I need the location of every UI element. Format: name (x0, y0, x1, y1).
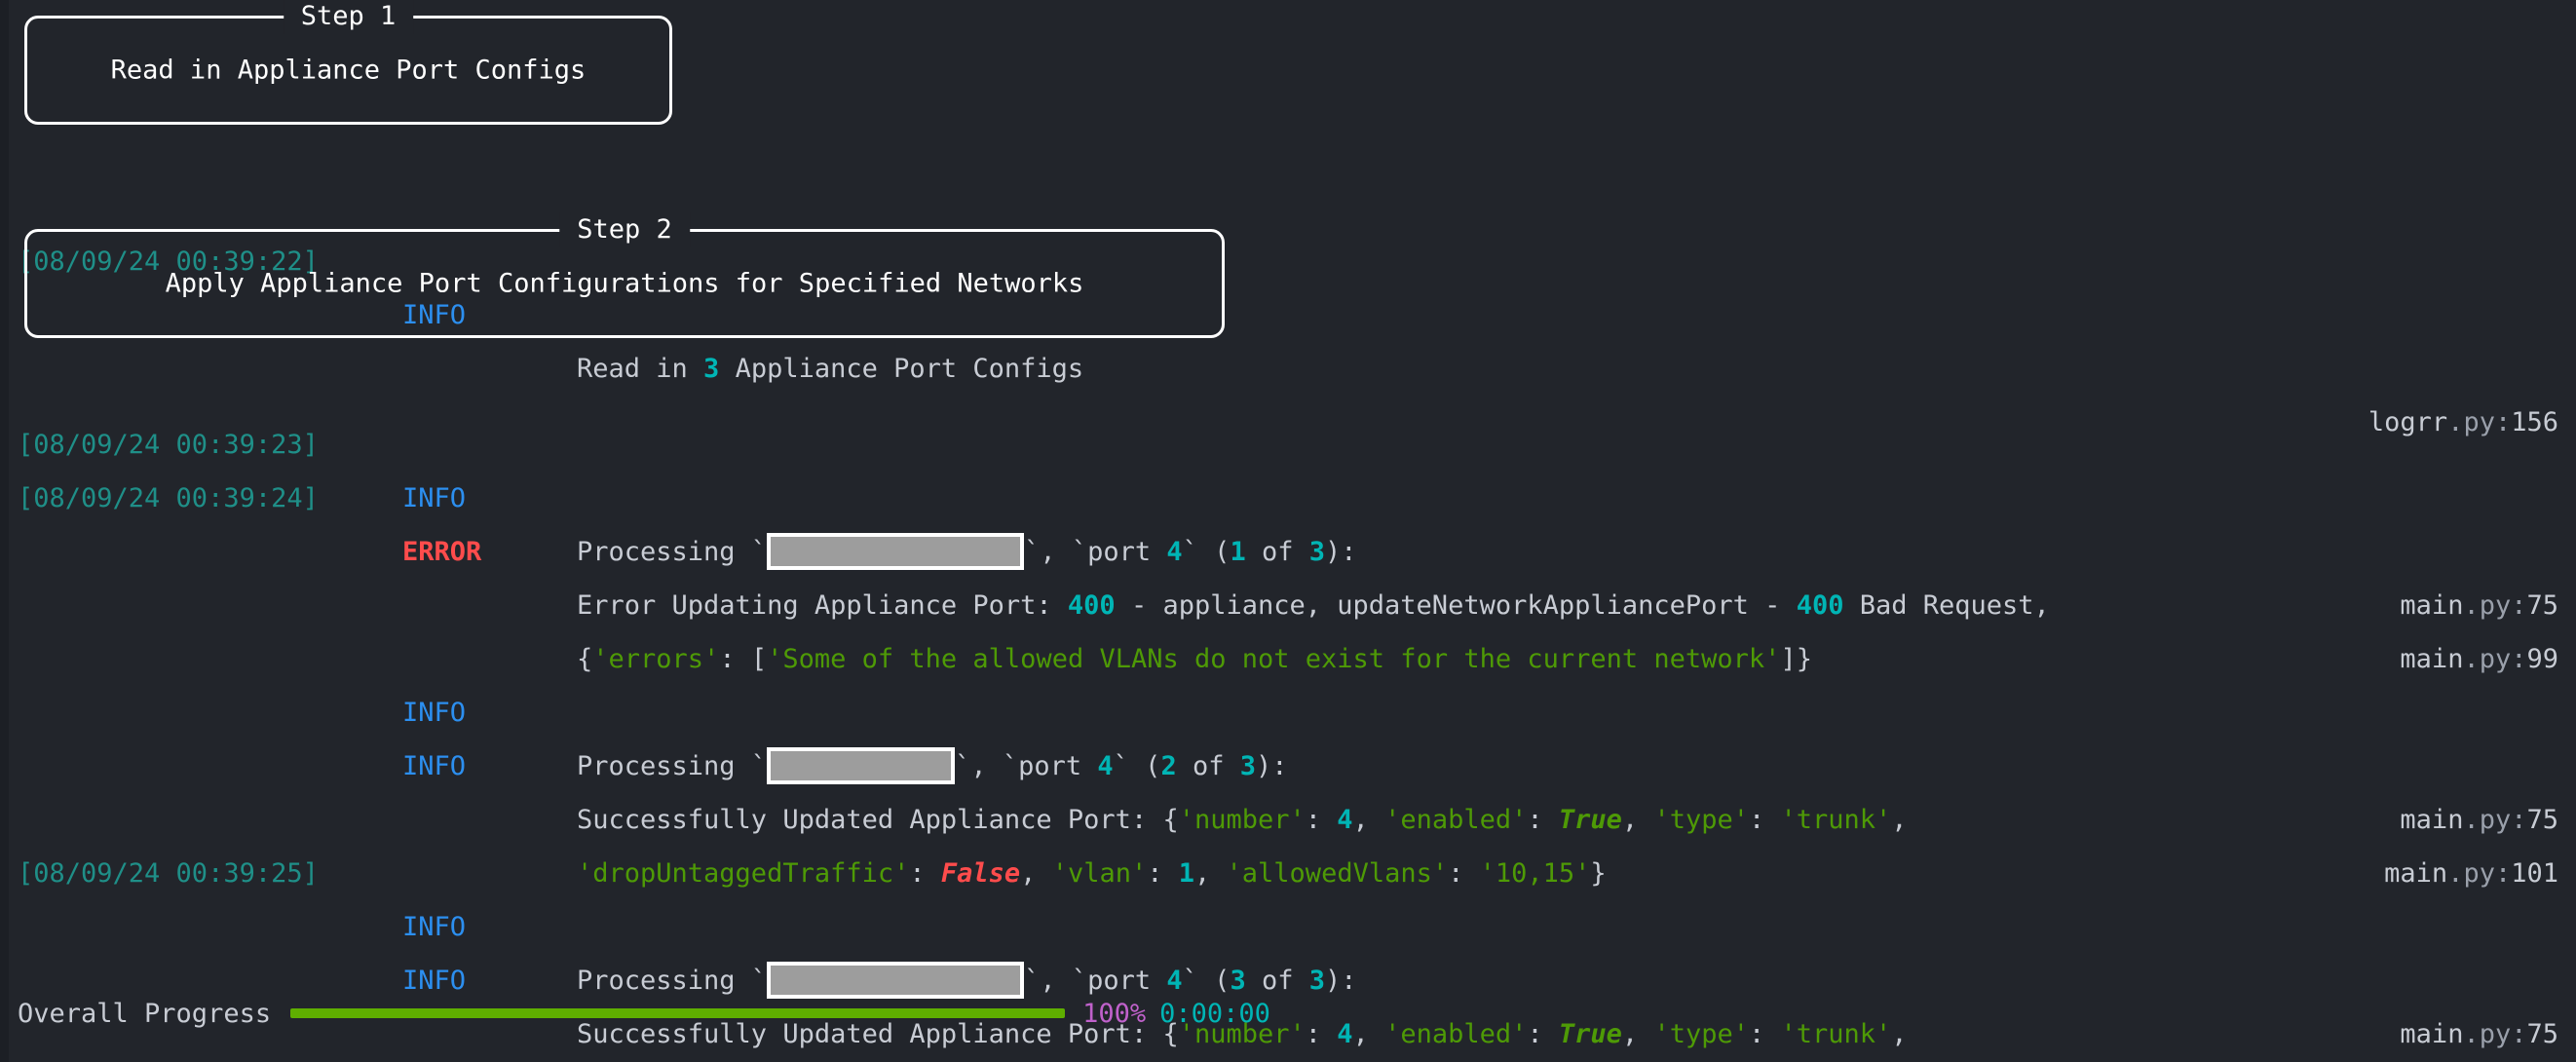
log-message: Processing ` `, `port 4` (2 of 3): (577, 740, 2186, 793)
step-1-body: Read in Appliance Port Configs (110, 55, 587, 86)
redacted-network-name (767, 746, 956, 784)
log-level-error: ERROR (402, 537, 482, 567)
redacted-network-name (767, 961, 1025, 999)
redacted-network-name (767, 532, 1025, 570)
log-row-error: [08/09/24 00:39:24] ERROR Error Updating… (0, 418, 2576, 674)
log-row-processing-3: [08/09/24 00:39:25] INFO Processing ` `, … (0, 793, 2576, 1049)
progress-eta: 0:00:00 (1159, 998, 1270, 1029)
step-1-panel: Step 1 Read in Appliance Port Configs (24, 0, 672, 125)
terminal-window: Step 1 Read in Appliance Port Configs [0… (0, 0, 2576, 1062)
progress-label: Overall Progress (18, 998, 272, 1029)
progress-bar-track (290, 1008, 1066, 1018)
log-row-processing-1: [08/09/24 00:39:23] INFO Processing ` `, … (0, 364, 2576, 621)
log-row-processing-2: INFO Processing ` `, `port 4` (2 of 3): m… (0, 579, 2576, 835)
progress-bar-fill (290, 1008, 1066, 1018)
log-row-success-1: INFO Successfully Updated Appliance Port… (0, 632, 2576, 889)
log-level-info: INFO (402, 751, 467, 781)
step-1-title: Step 1 (283, 0, 414, 34)
step-2-panel: Step 2 Apply Appliance Port Configuratio… (24, 212, 1225, 338)
progress-percent: 100% (1082, 998, 1147, 1029)
step-2-title: Step 2 (559, 212, 690, 247)
log-message: Processing ` `, `port 4` (1 of 3): (577, 525, 2186, 579)
log-row-read-in-configs: [08/09/24 00:39:22] INFO Read in 3 Appli… (0, 181, 2576, 437)
log-row-success-2: INFO Successfully Updated Appliance Port… (0, 847, 2576, 1049)
log-timestamp: [08/09/24 00:39:24] (18, 483, 319, 513)
overall-progress-row: Overall Progress 100% 0:00:00 (18, 994, 2558, 1033)
step-2-body: Apply Appliance Port Configurations for … (165, 268, 1084, 299)
